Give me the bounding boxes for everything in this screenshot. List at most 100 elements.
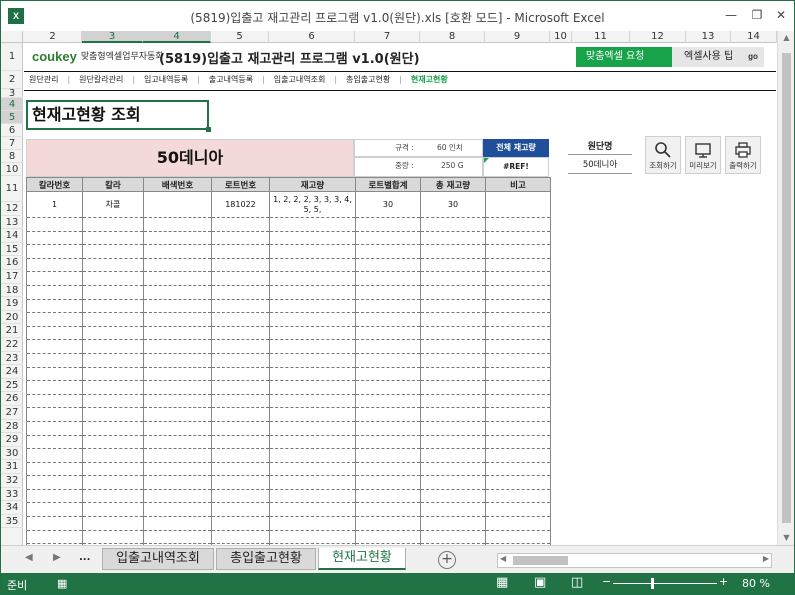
column-header-cell[interactable]: 5 xyxy=(211,31,269,43)
table-cell[interactable] xyxy=(211,326,270,341)
table-cell[interactable]: 1, 2, 2, 2, 3, 3, 3, 4, 5, 5, xyxy=(269,191,356,218)
table-cell[interactable] xyxy=(26,421,83,436)
table-cell[interactable] xyxy=(420,421,486,436)
row-header-cell[interactable]: 8 xyxy=(1,150,23,163)
table-cell[interactable] xyxy=(420,299,486,314)
table-cell[interactable] xyxy=(420,394,486,409)
total-stock-value[interactable]: #REF! xyxy=(483,157,549,177)
table-cell[interactable] xyxy=(269,475,356,490)
table-cell[interactable] xyxy=(355,448,421,463)
table-cell[interactable] xyxy=(143,448,212,463)
table-cell[interactable] xyxy=(355,258,421,273)
nav-item[interactable]: 출고내역등록 xyxy=(209,75,253,84)
table-cell[interactable] xyxy=(269,421,356,436)
row-header-cell[interactable]: 27 xyxy=(1,406,23,420)
print-button[interactable]: 출력하기 xyxy=(725,136,761,174)
table-cell[interactable] xyxy=(82,258,144,273)
table-cell[interactable] xyxy=(269,326,356,341)
table-cell[interactable] xyxy=(143,530,212,545)
table-cell[interactable] xyxy=(82,271,144,286)
column-header-cell[interactable]: 2 xyxy=(24,31,82,43)
table-cell[interactable]: 181022 xyxy=(211,191,270,218)
table-cell[interactable] xyxy=(355,530,421,545)
row-header-cell[interactable]: 10 xyxy=(1,163,23,176)
table-cell[interactable] xyxy=(485,217,551,232)
table-cell[interactable] xyxy=(355,489,421,504)
table-cell[interactable] xyxy=(485,244,551,259)
scroll-left-icon[interactable]: ◀ xyxy=(500,554,506,563)
table-cell[interactable] xyxy=(26,489,83,504)
table-cell[interactable] xyxy=(143,353,212,368)
table-cell[interactable] xyxy=(82,217,144,232)
table-cell[interactable] xyxy=(211,435,270,450)
table-cell[interactable] xyxy=(82,367,144,382)
tab-inout-history[interactable]: 입출고내역조회 xyxy=(102,548,214,570)
table-cell[interactable] xyxy=(26,285,83,300)
scroll-right-icon[interactable]: ▶ xyxy=(763,554,769,563)
table-cell[interactable] xyxy=(26,462,83,477)
fabric-name-value[interactable]: 50데니아 xyxy=(568,156,632,174)
table-cell[interactable] xyxy=(82,339,144,354)
table-cell[interactable] xyxy=(355,367,421,382)
table-cell[interactable] xyxy=(26,271,83,286)
table-cell[interactable] xyxy=(82,299,144,314)
table-cell[interactable] xyxy=(355,475,421,490)
normal-view-icon[interactable]: ▦ xyxy=(496,575,508,590)
nav-item[interactable]: 원단칼라관리 xyxy=(79,75,123,84)
table-cell[interactable] xyxy=(420,312,486,327)
table-cell[interactable] xyxy=(26,516,83,531)
table-cell[interactable] xyxy=(269,353,356,368)
row-header-cell[interactable]: 19 xyxy=(1,297,23,311)
table-cell[interactable] xyxy=(143,407,212,422)
table-cell[interactable] xyxy=(211,516,270,531)
vertical-scrollbar[interactable]: ▲ ▼ xyxy=(777,31,794,545)
row-header-cell[interactable]: 6 xyxy=(1,124,23,137)
zoom-in-icon[interactable]: + xyxy=(719,575,728,588)
table-cell[interactable] xyxy=(143,285,212,300)
table-cell[interactable] xyxy=(269,394,356,409)
table-cell[interactable] xyxy=(211,462,270,477)
tab-current-stock[interactable]: 현재고현황 xyxy=(318,548,406,570)
table-cell[interactable] xyxy=(26,367,83,382)
preview-button[interactable]: 미리보기 xyxy=(685,136,721,174)
nav-item[interactable]: 원단관리 xyxy=(29,75,58,84)
table-cell[interactable] xyxy=(82,394,144,409)
column-header-cell[interactable]: 9 xyxy=(485,31,550,43)
table-cell[interactable] xyxy=(211,271,270,286)
add-sheet-icon[interactable]: + xyxy=(438,551,456,569)
table-cell[interactable]: 30 xyxy=(355,191,421,218)
table-cell[interactable] xyxy=(485,435,551,450)
table-cell[interactable] xyxy=(143,421,212,436)
nav-item[interactable]: 입고내역등록 xyxy=(144,75,188,84)
table-cell[interactable] xyxy=(355,326,421,341)
scroll-down-icon[interactable]: ▼ xyxy=(778,531,794,545)
row-header-cell[interactable]: 23 xyxy=(1,352,23,366)
table-cell[interactable] xyxy=(211,217,270,232)
row-header-cell[interactable]: 15 xyxy=(1,243,23,257)
table-cell[interactable] xyxy=(355,394,421,409)
row-header-cell[interactable]: 13 xyxy=(1,216,23,230)
column-header-cell[interactable]: 11 xyxy=(572,31,630,43)
table-cell[interactable] xyxy=(485,271,551,286)
zoom-level[interactable]: 80 % xyxy=(742,577,770,590)
table-cell[interactable] xyxy=(485,530,551,545)
row-header-cell[interactable]: 24 xyxy=(1,365,23,379)
table-cell[interactable] xyxy=(420,530,486,545)
table-cell[interactable] xyxy=(420,217,486,232)
table-cell[interactable] xyxy=(355,299,421,314)
table-cell[interactable] xyxy=(420,339,486,354)
table-cell[interactable] xyxy=(82,475,144,490)
table-cell[interactable] xyxy=(420,475,486,490)
table-cell[interactable] xyxy=(269,516,356,531)
row-header-cell[interactable]: 25 xyxy=(1,379,23,393)
column-header-cell[interactable]: 12 xyxy=(630,31,686,43)
table-cell[interactable] xyxy=(82,312,144,327)
row-header-cell[interactable]: 22 xyxy=(1,338,23,352)
table-cell[interactable] xyxy=(355,271,421,286)
table-cell[interactable] xyxy=(143,217,212,232)
table-cell[interactable] xyxy=(269,367,356,382)
table-cell[interactable] xyxy=(355,312,421,327)
table-cell[interactable] xyxy=(485,339,551,354)
row-header-cell[interactable]: 34 xyxy=(1,501,23,515)
table-cell[interactable] xyxy=(211,394,270,409)
